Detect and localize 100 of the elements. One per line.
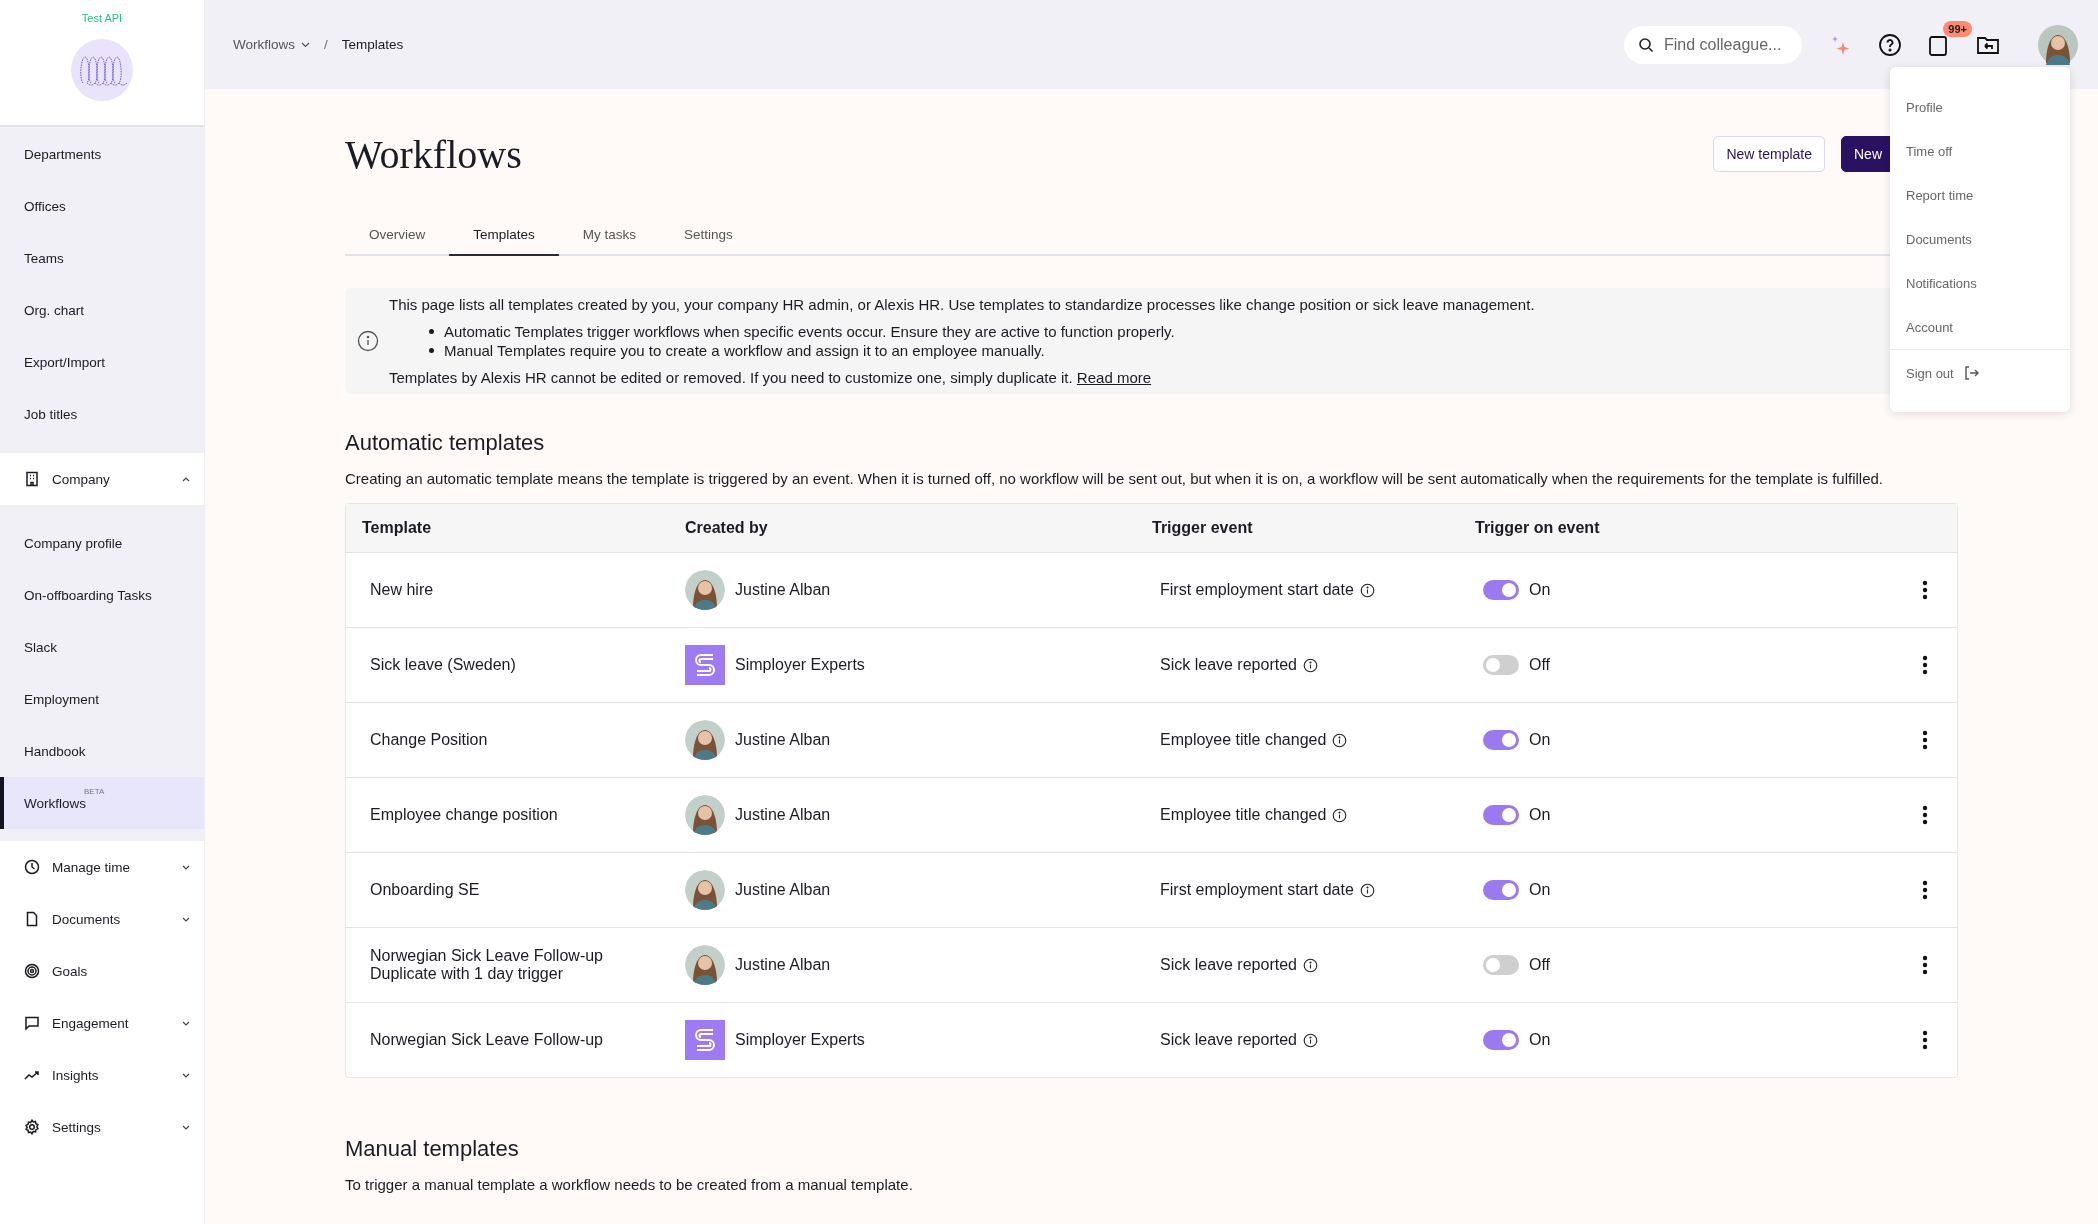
- toggle-switch[interactable]: [1483, 805, 1519, 825]
- avatar: [685, 945, 725, 985]
- more-icon[interactable]: [1922, 1030, 1928, 1050]
- chat-icon: [24, 1015, 40, 1031]
- more-icon[interactable]: [1922, 955, 1928, 975]
- sidebar-item[interactable]: Export/Import: [0, 336, 204, 388]
- creator-name: Simployer Experts: [735, 656, 865, 674]
- section-description: To trigger a manual template a workflow needs to be created from a manual template.: [345, 1176, 914, 1193]
- trigger-event: Sick leave reported: [1160, 956, 1297, 974]
- tab[interactable]: My tasks: [558, 217, 661, 256]
- settings-icon: [24, 1119, 40, 1135]
- menu-item[interactable]: Notifications: [1890, 261, 2070, 305]
- toggle-status: On: [1529, 881, 1551, 899]
- trigger-event: First employment start date: [1160, 881, 1354, 899]
- column-header: Created by: [684, 519, 769, 537]
- toggle-status: On: [1529, 581, 1551, 599]
- sign-out-link[interactable]: Sign out: [1906, 365, 1954, 381]
- more-icon[interactable]: [1922, 730, 1928, 750]
- creator-name: Justine Alban: [735, 806, 831, 824]
- caret-icon: [301, 41, 310, 48]
- avatar[interactable]: [2038, 24, 2078, 65]
- breadcrumb-separator: /: [324, 37, 328, 52]
- building-icon: [24, 471, 40, 487]
- sidebar-item[interactable]: Teams: [0, 232, 204, 284]
- section-title: Manual templates: [345, 1136, 520, 1162]
- sign-out-icon: [1963, 366, 1980, 380]
- avatar: [685, 720, 725, 760]
- trigger-event: Sick leave reported: [1160, 656, 1297, 674]
- more-icon[interactable]: [1922, 880, 1928, 900]
- breadcrumb-link[interactable]: Templates: [341, 37, 404, 52]
- sidebar-item[interactable]: Job titles: [0, 388, 204, 440]
- menu-item[interactable]: Account: [1890, 305, 2070, 349]
- breadcrumb-link[interactable]: Workflows: [233, 37, 310, 52]
- section-label: Company: [52, 471, 111, 487]
- company-logo: [71, 39, 133, 101]
- section-label: Engagement: [52, 1015, 130, 1031]
- tab[interactable]: Overview: [345, 217, 450, 256]
- section-description: Creating an automatic template means the template is triggered by an event. When it is turned off, no workflow will be sent out, but when it is on, a workflow will be sent automatically when the requirements for the template is fulfilled.: [345, 470, 1884, 487]
- creator-name: Justine Alban: [735, 956, 831, 974]
- toggle-switch[interactable]: [1483, 955, 1519, 975]
- section-label: Insights: [52, 1067, 100, 1083]
- search-field[interactable]: Find colleague...: [1624, 25, 1802, 64]
- new-template-button[interactable]: New template: [1713, 136, 1825, 172]
- info-icon: [1359, 882, 1375, 898]
- bullet-icon: [429, 329, 434, 334]
- sidebar-item[interactable]: On-offboarding Tasks: [0, 569, 204, 621]
- toggle-status: On: [1529, 731, 1551, 749]
- info-icon: [1302, 957, 1318, 973]
- read-more-link[interactable]: Read more: [1076, 369, 1152, 386]
- tab[interactable]: Settings: [660, 217, 757, 256]
- avatar: [685, 870, 725, 910]
- section-title: Automatic templates: [345, 430, 546, 456]
- template-name: Norwegian Sick Leave Follow-up: [369, 1031, 604, 1049]
- avatar: [685, 570, 725, 610]
- sidebar-item[interactable]: Offices: [0, 180, 204, 232]
- clock-icon: [24, 859, 40, 875]
- toggle-status: Off: [1529, 656, 1551, 674]
- more-icon[interactable]: [1922, 580, 1928, 600]
- tab[interactable]: Templates: [449, 217, 559, 256]
- menu-item[interactable]: Profile: [1890, 85, 2070, 129]
- sidebar-item[interactable]: Company profile: [0, 517, 204, 569]
- column-header: Trigger on event: [1474, 519, 1601, 537]
- target-icon: [24, 963, 40, 979]
- sidebar-item[interactable]: Departments: [0, 128, 204, 180]
- trigger-event: Employee title changed: [1160, 731, 1327, 749]
- toggle-switch[interactable]: [1483, 730, 1519, 750]
- template-name: Sick leave (Sweden): [369, 656, 517, 674]
- section-label: Goals: [52, 963, 89, 979]
- template-name: Onboarding SE: [369, 881, 481, 899]
- info-text: This page lists all templates created by you, your company HR admin, or Alexis HR. Use templates to standardize processes like change position or sick leave management.: [389, 296, 1535, 313]
- menu-item[interactable]: Report time: [1890, 173, 2070, 217]
- sidebar-item[interactable]: Employment: [0, 673, 204, 725]
- column-header: Trigger event: [1151, 519, 1254, 537]
- toggle-switch[interactable]: [1483, 880, 1519, 900]
- trigger-event: First employment start date: [1160, 581, 1354, 599]
- sidebar-item[interactable]: Handbook: [0, 725, 204, 777]
- more-icon[interactable]: [1922, 655, 1928, 675]
- toggle-switch[interactable]: [1483, 1030, 1519, 1050]
- trigger-event: Sick leave reported: [1160, 1031, 1297, 1049]
- info-note: Templates by Alexis HR cannot be edited or removed. If you need to customize one, simply duplicate it.: [389, 369, 1073, 386]
- toggle-switch[interactable]: [1483, 580, 1519, 600]
- sidebar-item[interactable]: Org. chart: [0, 284, 204, 336]
- info-icon: [1359, 582, 1375, 598]
- menu-item[interactable]: Documents: [1890, 217, 2070, 261]
- toggle-status: Off: [1529, 956, 1551, 974]
- menu-item[interactable]: Time off: [1890, 129, 2070, 173]
- creator-name: Simployer Experts: [735, 1031, 865, 1049]
- bullet-icon: [429, 348, 434, 353]
- template-name: Employee change position: [369, 806, 559, 824]
- toggle-status: On: [1529, 1031, 1551, 1049]
- search-icon: [1638, 36, 1654, 53]
- bullet-text: Manual Templates require you to create a workflow and assign it to an employee manually.: [444, 342, 1045, 359]
- column-header: Template: [361, 519, 433, 537]
- sidebar-item[interactable]: Slack: [0, 621, 204, 673]
- notification-badge: 99+: [1943, 20, 1972, 37]
- avatar: [685, 795, 725, 835]
- creator-name: Justine Alban: [735, 581, 831, 599]
- more-icon[interactable]: [1922, 805, 1928, 825]
- toggle-switch[interactable]: [1483, 655, 1519, 675]
- help-icon[interactable]: [1878, 32, 1902, 57]
